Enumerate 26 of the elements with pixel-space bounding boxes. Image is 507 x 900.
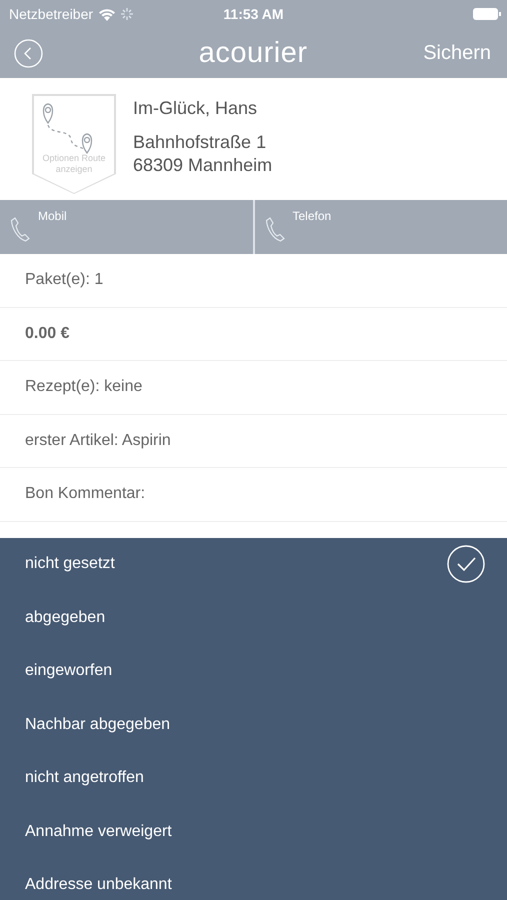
status-option[interactable]: abgegeben bbox=[0, 591, 507, 644]
activity-icon bbox=[121, 8, 134, 20]
wifi-icon bbox=[98, 8, 116, 20]
detail-text: Rezept(e): keine bbox=[25, 378, 142, 396]
detail-text: erster Artikel: Aspirin bbox=[25, 432, 171, 450]
checkmark-icon bbox=[447, 545, 485, 584]
street-address: Bahnhofstraße 1 bbox=[133, 131, 268, 154]
back-icon[interactable] bbox=[14, 38, 43, 68]
clock-time: 11:53 AM bbox=[222, 6, 285, 22]
carrier-name: Netzbetreiber bbox=[9, 6, 94, 22]
status-option[interactable]: Addresse unbekannt bbox=[0, 858, 507, 900]
detail-text: 0.00 € bbox=[25, 324, 70, 343]
status-option[interactable]: eingeworfen bbox=[0, 644, 507, 698]
detail-text: Bon Kommentar: bbox=[25, 485, 146, 504]
status-option[interactable]: nicht angetroffen bbox=[0, 752, 507, 805]
battery-icon bbox=[473, 8, 501, 20]
detail-text: Paket(e): 1 bbox=[25, 271, 104, 290]
city-address: 68309 Mannheim bbox=[133, 154, 272, 177]
phone-icon bbox=[264, 216, 284, 242]
status-option[interactable]: Nachbar abgegeben bbox=[0, 698, 507, 752]
route-options-label: Optionen Route anzeigen bbox=[41, 153, 107, 175]
recipient-name: Im-Glück, Hans bbox=[133, 98, 258, 119]
app-logo: acourier bbox=[198, 36, 308, 70]
status-option[interactable]: nicht gesetzt bbox=[0, 538, 507, 591]
status-option[interactable]: Annahme verweigert bbox=[0, 805, 507, 858]
phone-icon bbox=[10, 216, 30, 242]
